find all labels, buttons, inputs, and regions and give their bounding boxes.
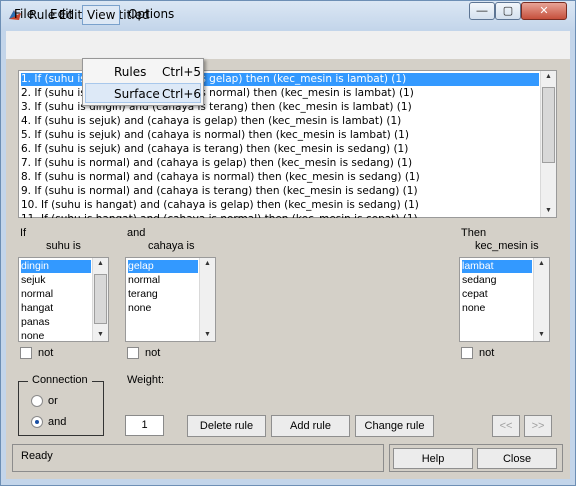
weight-input[interactable]: 1 (125, 415, 164, 436)
list-item[interactable]: terang (128, 288, 158, 301)
status-text: Ready (21, 450, 53, 462)
maximize-button[interactable]: ▢ (495, 2, 521, 20)
or-radio[interactable] (31, 395, 43, 407)
kec-mesin-not-checkbox[interactable] (461, 347, 473, 359)
list-item[interactable]: gelap (128, 260, 198, 273)
rule-item[interactable]: 5. If (suhu is sejuk) and (cahaya is nor… (21, 129, 539, 142)
scroll-up-icon[interactable]: ▲ (534, 258, 549, 270)
if-label: If (20, 227, 27, 239)
menu-item-label: Rules (114, 65, 147, 79)
list-item[interactable]: none (128, 302, 151, 315)
not-label: not (145, 347, 161, 359)
menu-item-label: Surface (114, 87, 160, 101)
menu-view[interactable]: View (82, 5, 121, 25)
kec-mesin-label: kec_mesin is (475, 240, 539, 252)
list-item[interactable]: sejuk (21, 274, 46, 287)
suhu-scrollbar[interactable]: ▲ ▼ (92, 258, 108, 341)
rules-scrollbar[interactable]: ▲ ▼ (540, 71, 556, 217)
help-button[interactable]: Help (393, 448, 473, 469)
list-item[interactable]: dingin (21, 260, 91, 273)
menu-item-surface[interactable]: Surface Ctrl+6 (85, 83, 201, 103)
menu-item-shortcut: Ctrl+6 (162, 87, 202, 101)
cahaya-scrollbar[interactable]: ▲ ▼ (199, 258, 215, 341)
kec-mesin-scrollbar[interactable]: ▲ ▼ (533, 258, 549, 341)
not-label: not (38, 347, 54, 359)
list-item[interactable]: hangat (21, 302, 53, 315)
list-item[interactable]: sedang (462, 274, 496, 287)
suhu-not-checkbox[interactable] (20, 347, 32, 359)
rule-item[interactable]: 6. If (suhu is sejuk) and (cahaya is ter… (21, 143, 539, 156)
menu-item-rules[interactable]: Rules Ctrl+5 (85, 62, 201, 82)
minimize-button[interactable]: — (469, 2, 495, 20)
scroll-up-icon[interactable]: ▲ (541, 71, 556, 83)
list-item[interactable]: lambat (462, 260, 532, 273)
list-item[interactable]: cepat (462, 288, 488, 301)
scroll-down-icon[interactable]: ▼ (541, 205, 556, 217)
prev-button[interactable]: << (492, 415, 520, 437)
scroll-down-icon[interactable]: ▼ (200, 329, 215, 341)
scroll-up-icon[interactable]: ▲ (200, 258, 215, 270)
scroll-down-icon[interactable]: ▼ (534, 329, 549, 341)
list-item[interactable]: none (21, 330, 44, 342)
menu-edit[interactable]: Edit (46, 5, 77, 25)
rule-item[interactable]: 4. If (suhu is sejuk) and (cahaya is gel… (21, 115, 539, 128)
change-rule-button[interactable]: Change rule (355, 415, 434, 437)
close-window-button[interactable]: ✕ (521, 2, 567, 20)
close-button[interactable]: Close (477, 448, 557, 469)
not-label: not (479, 347, 495, 359)
scroll-thumb[interactable] (542, 87, 555, 163)
rule-item[interactable]: 7. If (suhu is normal) and (cahaya is ge… (21, 157, 539, 170)
delete-rule-button[interactable]: Delete rule (187, 415, 266, 437)
view-dropdown-menu: Rules Ctrl+5 Surface Ctrl+6 (82, 58, 204, 106)
rule-item[interactable]: 8. If (suhu is normal) and (cahaya is no… (21, 171, 539, 184)
cahaya-listbox[interactable]: gelap normal terang none ▲ ▼ (125, 257, 216, 342)
list-item[interactable]: normal (128, 274, 160, 287)
cahaya-not-checkbox[interactable] (127, 347, 139, 359)
cahaya-label: cahaya is (148, 240, 195, 252)
kec-mesin-listbox[interactable]: lambat sedang cepat none ▲ ▼ (459, 257, 550, 342)
next-button[interactable]: >> (524, 415, 552, 437)
list-item[interactable]: panas (21, 316, 50, 329)
rule-item[interactable]: 9. If (suhu is normal) and (cahaya is te… (21, 185, 539, 198)
or-label: or (48, 395, 58, 407)
and-radio-label: and (48, 416, 67, 428)
suhu-listbox[interactable]: dingin sejuk normal hangat panas none ▲ … (18, 257, 109, 342)
scroll-up-icon[interactable]: ▲ (93, 258, 108, 270)
menu-options[interactable]: Options (124, 5, 178, 25)
rule-item[interactable]: 11. If (suhu is hangat) and (cahaya is n… (21, 213, 539, 218)
list-item[interactable]: none (462, 302, 485, 315)
then-label: Then (461, 227, 487, 239)
and-label: and (127, 227, 146, 239)
menu-bar (6, 31, 570, 59)
suhu-label: suhu is (46, 240, 81, 252)
status-bar: Ready (12, 444, 384, 472)
weight-label: Weight: (127, 374, 165, 386)
menu-item-shortcut: Ctrl+5 (162, 65, 202, 79)
menu-file[interactable]: File (10, 5, 38, 25)
connection-title: Connection (28, 374, 92, 386)
scroll-thumb[interactable] (94, 274, 107, 324)
list-item[interactable]: normal (21, 288, 53, 301)
scroll-down-icon[interactable]: ▼ (93, 329, 108, 341)
rule-item[interactable]: 10. If (suhu is hangat) and (cahaya is g… (21, 199, 539, 212)
and-radio[interactable] (31, 416, 43, 428)
add-rule-button[interactable]: Add rule (271, 415, 350, 437)
